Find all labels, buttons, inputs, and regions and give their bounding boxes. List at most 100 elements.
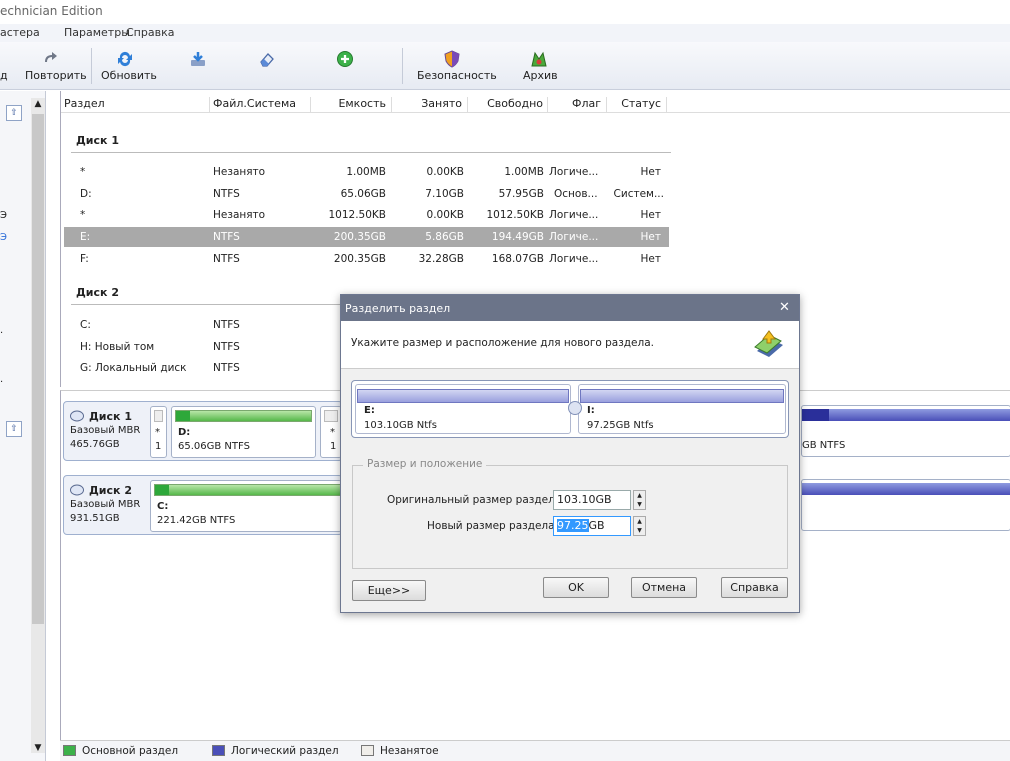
disk-2-type: Базовый MBR <box>70 499 141 510</box>
partition-bar <box>580 389 784 403</box>
split-preview: E: 103.10GB Ntfs I: 97.25GB Ntfs <box>351 380 789 438</box>
unallocated-swatch <box>361 745 374 756</box>
table-row[interactable]: * Незанято 1012.50KB 0.00KB 1012.50KB Ло… <box>64 205 669 225</box>
cell-capacity: 1012.50KB <box>328 209 386 221</box>
toolbar-cut-label[interactable]: д <box>0 69 8 82</box>
column-header-flag[interactable]: Флаг <box>550 97 607 113</box>
cell-partition: D: <box>80 188 92 200</box>
used-portion <box>155 485 169 495</box>
help-button[interactable]: Справка <box>721 577 788 598</box>
refresh-button[interactable]: Обновить <box>101 69 157 82</box>
cell-filesystem: NTFS <box>213 188 240 200</box>
partition-unallocated-1[interactable]: * 1 <box>150 406 167 458</box>
refresh-icon[interactable] <box>116 50 134 68</box>
repeat-button[interactable]: Повторить <box>25 69 87 82</box>
dialog-title: Разделить раздел <box>345 302 451 315</box>
eraser-icon[interactable] <box>258 50 276 68</box>
redo-icon[interactable] <box>42 50 60 68</box>
partition-f[interactable]: GB NTFS <box>801 405 1010 457</box>
close-icon[interactable]: ✕ <box>779 300 790 315</box>
add-partition-icon[interactable] <box>336 50 354 68</box>
right-partition-label: I: <box>587 405 595 416</box>
cell-status: Нет <box>640 231 661 243</box>
disk-icon <box>70 410 84 422</box>
legend-logical: Логический раздел <box>231 745 339 757</box>
column-header-filesystem[interactable]: Файл.Система <box>213 97 311 113</box>
table-row[interactable]: D: NTFS 65.06GB 7.10GB 57.95GB Основ... … <box>64 184 669 204</box>
partition-unallocated-2[interactable]: * 1 <box>320 406 342 458</box>
cell-filesystem: Незанято <box>213 209 266 221</box>
logical-swatch <box>212 745 225 756</box>
dialog-title-bar[interactable]: Разделить раздел ✕ <box>341 295 799 321</box>
table-row[interactable]: * Незанято 1.00MB 0.00KB 1.00MB Логиче..… <box>64 162 669 182</box>
cell-status: Систем... <box>613 188 664 200</box>
security-button[interactable]: Безопасность <box>417 69 497 82</box>
column-header-capacity[interactable]: Емкость <box>314 97 392 113</box>
dialog-header: Укажите размер и расположение для нового… <box>341 321 799 369</box>
partition-info: 65.06GB NTFS <box>178 441 250 452</box>
cell-partition: C: <box>80 319 91 331</box>
partition-c[interactable]: C: 221.42GB NTFS <box>150 480 344 532</box>
scroll-down-arrow[interactable]: ▼ <box>32 742 44 754</box>
column-header-status[interactable]: Статус <box>610 97 667 113</box>
cell-flag: Логиче... <box>549 231 599 243</box>
legend-primary: Основной раздел <box>82 745 179 757</box>
collapse-bottom-button[interactable]: ⇧ <box>6 421 22 437</box>
menu-item-master[interactable]: астера <box>0 26 40 39</box>
partition-info: 1 <box>330 441 337 452</box>
new-size-stepper[interactable]: ▲ ▼ <box>633 516 646 536</box>
partition-info: GB NTFS <box>802 440 846 451</box>
disk-1-size: 465.76GB <box>70 439 120 450</box>
divider <box>71 152 671 153</box>
disk-2-size: 931.51GB <box>70 513 120 524</box>
column-header-partition[interactable]: Раздел <box>64 97 210 113</box>
dialog-instruction: Укажите размер и расположение для нового… <box>351 337 654 349</box>
cell-status: Нет <box>640 166 661 178</box>
left-partition-info: 103.10GB Ntfs <box>364 420 437 431</box>
cell-partition: F: <box>80 253 89 265</box>
cell-filesystem: NTFS <box>213 231 240 243</box>
title-bar: echnician Edition <box>0 0 1010 24</box>
left-panel-text: . <box>0 325 4 336</box>
ok-button[interactable]: OK <box>543 577 609 598</box>
partition-d[interactable]: D: 65.06GB NTFS <box>171 406 316 458</box>
used-portion <box>802 409 829 421</box>
disk-2-card[interactable]: Диск 2 Базовый MBR 931.51GB C: 221.42GB … <box>63 475 344 535</box>
usage-bar <box>175 410 312 422</box>
left-panel-text: Э <box>0 232 7 243</box>
menu-item-help[interactable]: Справка <box>126 26 174 39</box>
cell-used: 0.00KB <box>426 166 464 178</box>
cell-capacity: 200.35GB <box>333 253 386 265</box>
download-disk-icon[interactable] <box>189 50 207 68</box>
menu-item-settings[interactable]: Параметры <box>64 26 130 39</box>
cell-flag: Основ... <box>554 188 598 200</box>
cell-free: 1012.50KB <box>486 209 544 221</box>
original-size-field[interactable]: 103.10GB <box>553 490 631 510</box>
left-panel-text: Э <box>0 210 7 221</box>
original-size-stepper[interactable]: ▲ ▼ <box>633 490 646 510</box>
collapse-top-button[interactable]: ⇧ <box>6 105 22 121</box>
scroll-up-arrow[interactable]: ▲ <box>32 98 44 110</box>
more-button[interactable]: Еще>> <box>352 580 426 601</box>
disk-icon <box>70 484 84 496</box>
cancel-button[interactable]: Отмена <box>631 577 697 598</box>
column-header-free[interactable]: Свободно <box>470 97 548 113</box>
security-shield-icon[interactable] <box>443 50 461 68</box>
disk-1-card[interactable]: Диск 1 Базовый MBR 465.76GB * 1 D: 65.06… <box>63 401 343 461</box>
split-slider-handle[interactable] <box>568 401 582 415</box>
cell-used: 7.10GB <box>425 188 464 200</box>
cell-free: 168.07GB <box>491 253 544 265</box>
partition-disk2-logical[interactable] <box>801 479 1010 531</box>
scrollbar-thumb[interactable] <box>32 114 44 624</box>
partition-info: 1 <box>155 441 162 452</box>
column-header-used[interactable]: Занято <box>394 97 468 113</box>
table-row[interactable]: F: NTFS 200.35GB 32.28GB 168.07GB Логиче… <box>64 249 669 269</box>
split-arrow-icon <box>754 330 783 357</box>
split-partition-dialog: Разделить раздел ✕ Укажите размер и расп… <box>340 294 800 613</box>
table-row-selected[interactable]: E: NTFS 200.35GB 5.86GB 194.49GB Логиче.… <box>64 227 669 247</box>
archive-button[interactable]: Архив <box>523 69 558 82</box>
cell-capacity: 1.00MB <box>346 166 386 178</box>
cell-partition: * <box>80 166 86 178</box>
new-size-field[interactable]: 97.25GB <box>553 516 631 536</box>
archive-icon[interactable] <box>530 50 548 68</box>
